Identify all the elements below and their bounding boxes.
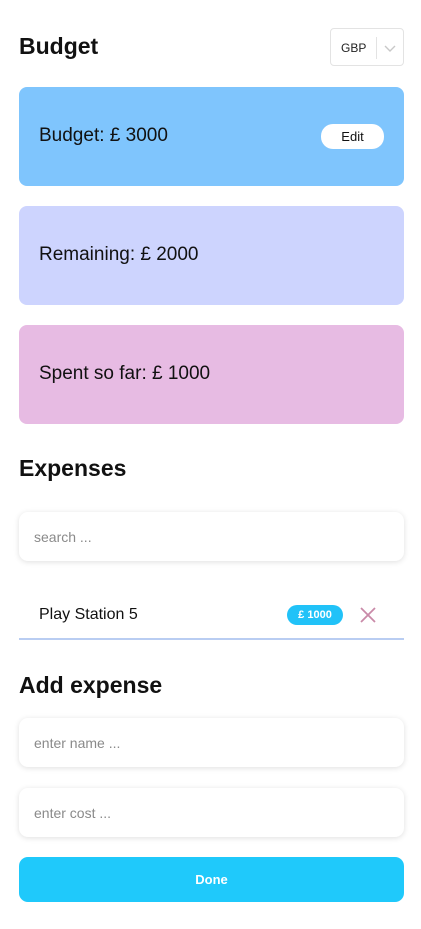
search-input[interactable]	[19, 512, 404, 561]
close-icon[interactable]	[359, 606, 377, 624]
header: Budget GBP	[19, 28, 404, 66]
edit-budget-button[interactable]: Edit	[321, 124, 384, 149]
cost-field	[19, 788, 404, 837]
expenses-title: Expenses	[19, 455, 127, 481]
spent-text: Spent so far: £ 1000	[39, 363, 211, 384]
remaining-text: Remaining: £ 2000	[39, 244, 199, 265]
budget-text: Budget: £ 3000	[39, 125, 168, 146]
currency-value: GBP	[341, 41, 367, 55]
name-field	[19, 718, 404, 767]
currency-select[interactable]: GBP	[330, 28, 404, 66]
add-expense-title: Add expense	[19, 672, 163, 698]
chevron-down-icon	[384, 45, 396, 52]
expense-cost-input[interactable]	[19, 788, 404, 837]
remaining-card: Remaining: £ 2000	[19, 206, 404, 305]
spent-card: Spent so far: £ 1000	[19, 325, 404, 424]
select-separator	[376, 37, 377, 59]
search-field	[19, 512, 404, 561]
expense-name: Play Station 5	[39, 606, 138, 623]
page-title: Budget	[19, 33, 99, 59]
expense-name-input[interactable]	[19, 718, 404, 767]
done-button[interactable]: Done	[19, 857, 404, 902]
expense-cost-badge: £ 1000	[287, 605, 343, 625]
expense-item: Play Station 5 £ 1000	[19, 592, 404, 640]
budget-card: Budget: £ 3000 Edit	[19, 87, 404, 186]
